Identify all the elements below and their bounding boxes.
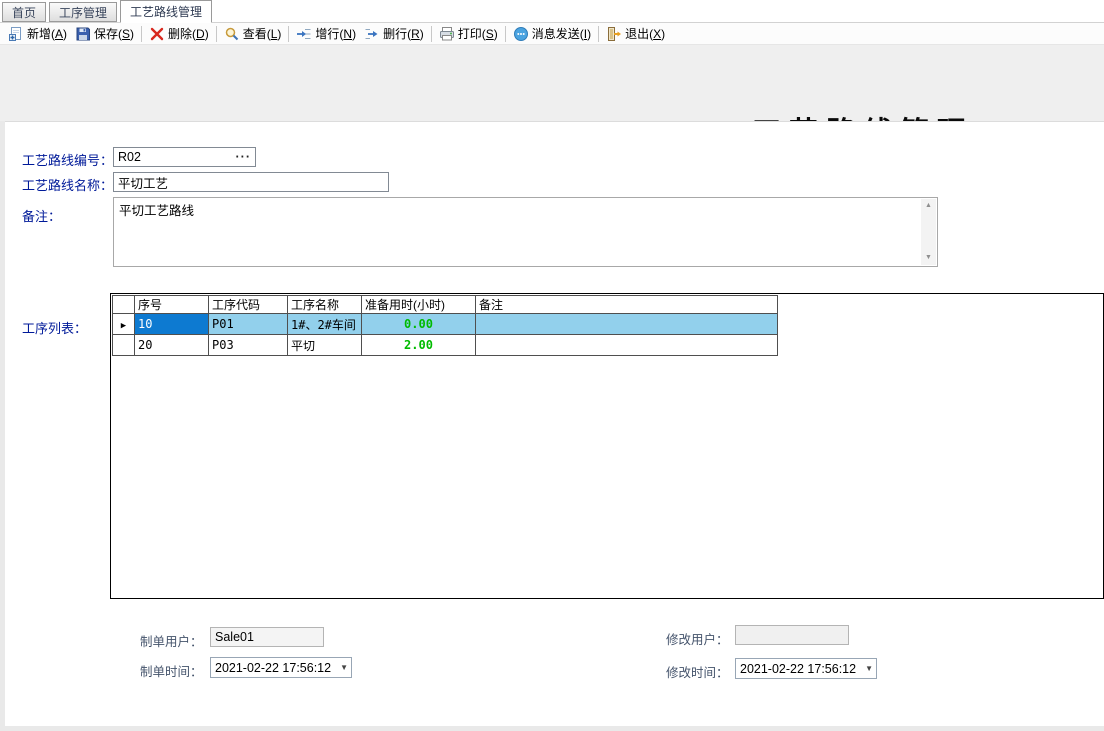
delete-row-button[interactable]: 删行(R) (360, 24, 428, 43)
toolbar-button-label: 增行(N) (315, 25, 356, 42)
route-code-label: 工艺路线编号： (22, 150, 113, 169)
cell-seq[interactable]: 20 (135, 335, 209, 356)
tab-label: 工艺路线管理 (130, 3, 202, 20)
remark-label: 备注： (22, 206, 61, 225)
print-button[interactable]: 打印(S) (435, 24, 502, 43)
toolbar-button-label: 新增(A) (27, 25, 67, 42)
toolbar-separator (431, 26, 432, 42)
cell-remark[interactable] (476, 314, 778, 335)
chevron-down-icon[interactable]: ▼ (340, 658, 348, 677)
tab-process-management[interactable]: 工序管理 (49, 2, 117, 22)
cell-code[interactable]: P03 (209, 335, 288, 356)
grid-body: ▶10P011#、2#车间0.0020P03平切2.00 (113, 314, 778, 356)
toolbar-button-label: 保存(S) (94, 25, 134, 42)
route-code-value: R02 (118, 150, 141, 164)
column-header-remark[interactable]: 备注 (476, 296, 778, 314)
route-name-input[interactable]: 平切工艺 (113, 172, 389, 192)
route-name-label: 工艺路线名称： (22, 175, 113, 194)
toolbar: 新增(A) 保存(S) 删除(D) 查看(L) 增行(N) 删行(R) 打印(S) 消息发送(… (0, 23, 1104, 45)
delete-icon (149, 26, 165, 42)
cell-seq[interactable]: 10 (135, 314, 209, 335)
tab-home[interactable]: 首页 (2, 2, 46, 22)
modify-time-label: 修改时间： (666, 662, 729, 681)
toolbar-button-label: 打印(S) (458, 25, 498, 42)
add-row-button[interactable]: 增行(N) (292, 24, 360, 43)
table-row[interactable]: 20P03平切2.00 (113, 335, 778, 356)
column-header-prep[interactable]: 准备用时(小时) (362, 296, 476, 314)
toolbar-separator (505, 26, 506, 42)
toolbar-button-label: 查看(L) (243, 25, 282, 42)
process-grid: 序号工序代码工序名称准备用时(小时)备注 ▶10P011#、2#车间0.0020… (110, 293, 1104, 599)
cell-prep[interactable]: 0.00 (362, 314, 476, 335)
create-time-value: 2021-02-22 17:56:12 (215, 661, 331, 675)
creator-input[interactable]: Sale01 (210, 627, 324, 647)
cell-prep[interactable]: 2.00 (362, 335, 476, 356)
modify-time-combobox[interactable]: 2021-02-22 17:56:12 ▼ (735, 658, 877, 679)
print-icon (439, 26, 455, 42)
exit-button[interactable]: 退出(X) (602, 24, 669, 43)
chevron-down-icon[interactable]: ▼ (865, 659, 873, 678)
toolbar-separator (216, 26, 217, 42)
toolbar-separator (598, 26, 599, 42)
tab-process-route-management[interactable]: 工艺路线管理 (120, 0, 212, 23)
add-row-icon (296, 26, 312, 42)
route-name-value: 平切工艺 (118, 173, 168, 192)
table-row[interactable]: ▶ 10P011#、2#车间0.00 (113, 314, 778, 335)
delete-button[interactable]: 删除(D) (145, 24, 213, 43)
exit-icon (606, 26, 622, 42)
cell-remark[interactable] (476, 335, 778, 356)
toolbar-button-label: 消息发送(I) (532, 25, 591, 42)
toolbar-button-label: 删除(D) (168, 25, 209, 42)
column-header-name[interactable]: 工序名称 (288, 296, 362, 314)
creator-label: 制单用户： (140, 631, 203, 650)
column-header-code[interactable]: 工序代码 (209, 296, 288, 314)
view-icon (224, 26, 240, 42)
view-button[interactable]: 查看(L) (220, 24, 286, 43)
creator-value: Sale01 (215, 630, 254, 644)
save-icon (75, 26, 91, 42)
row-selector-cell[interactable]: ▶ (113, 314, 135, 335)
remark-textarea[interactable]: 平切工艺路线 ▲ ▼ (113, 197, 938, 267)
modify-time-value: 2021-02-22 17:56:12 (740, 662, 856, 676)
grid-header-row: 序号工序代码工序名称准备用时(小时)备注 (113, 296, 778, 314)
route-code-lookup-button[interactable]: ··· (236, 148, 252, 166)
create-time-combobox[interactable]: 2021-02-22 17:56:12 ▼ (210, 657, 352, 678)
toolbar-separator (288, 26, 289, 42)
tab-label: 工序管理 (59, 4, 107, 21)
scroll-down-icon[interactable]: ▼ (921, 251, 936, 265)
cell-code[interactable]: P01 (209, 314, 288, 335)
route-code-input[interactable]: R02 ··· (113, 147, 256, 167)
modifier-input[interactable] (735, 625, 849, 645)
save-button[interactable]: 保存(S) (71, 24, 138, 43)
add-button[interactable]: 新增(A) (4, 24, 71, 43)
current-row-marker-icon: ▶ (121, 321, 126, 331)
tab-label: 首页 (12, 4, 36, 21)
column-header-seq[interactable]: 序号 (135, 296, 209, 314)
process-list-label: 工序列表： (22, 318, 87, 337)
tab-bar: 首页 工序管理 工艺路线管理 (0, 0, 1104, 23)
cell-name[interactable]: 1#、2#车间 (288, 314, 362, 335)
title-band: 工艺路线管理 (0, 45, 1104, 121)
delete-row-icon (364, 26, 380, 42)
toolbar-separator (141, 26, 142, 42)
create-time-label: 制单时间： (140, 661, 203, 680)
toolbar-button-label: 删行(R) (383, 25, 424, 42)
scroll-up-icon[interactable]: ▲ (921, 199, 936, 213)
remark-value: 平切工艺路线 (119, 204, 194, 218)
row-selector-header[interactable] (113, 296, 135, 314)
add-document-icon (8, 26, 24, 42)
row-selector-cell[interactable] (113, 335, 135, 356)
process-table: 序号工序代码工序名称准备用时(小时)备注 ▶10P011#、2#车间0.0020… (112, 295, 778, 356)
message-icon (513, 26, 529, 42)
toolbar-button-label: 退出(X) (625, 25, 665, 42)
modifier-label: 修改用户： (666, 629, 729, 648)
remark-scrollbar[interactable]: ▲ ▼ (921, 199, 936, 265)
app-window: { "tabs": [ { "label": "首页" }, { "label"… (0, 0, 1104, 731)
cell-name[interactable]: 平切 (288, 335, 362, 356)
send-message-button[interactable]: 消息发送(I) (509, 24, 595, 43)
